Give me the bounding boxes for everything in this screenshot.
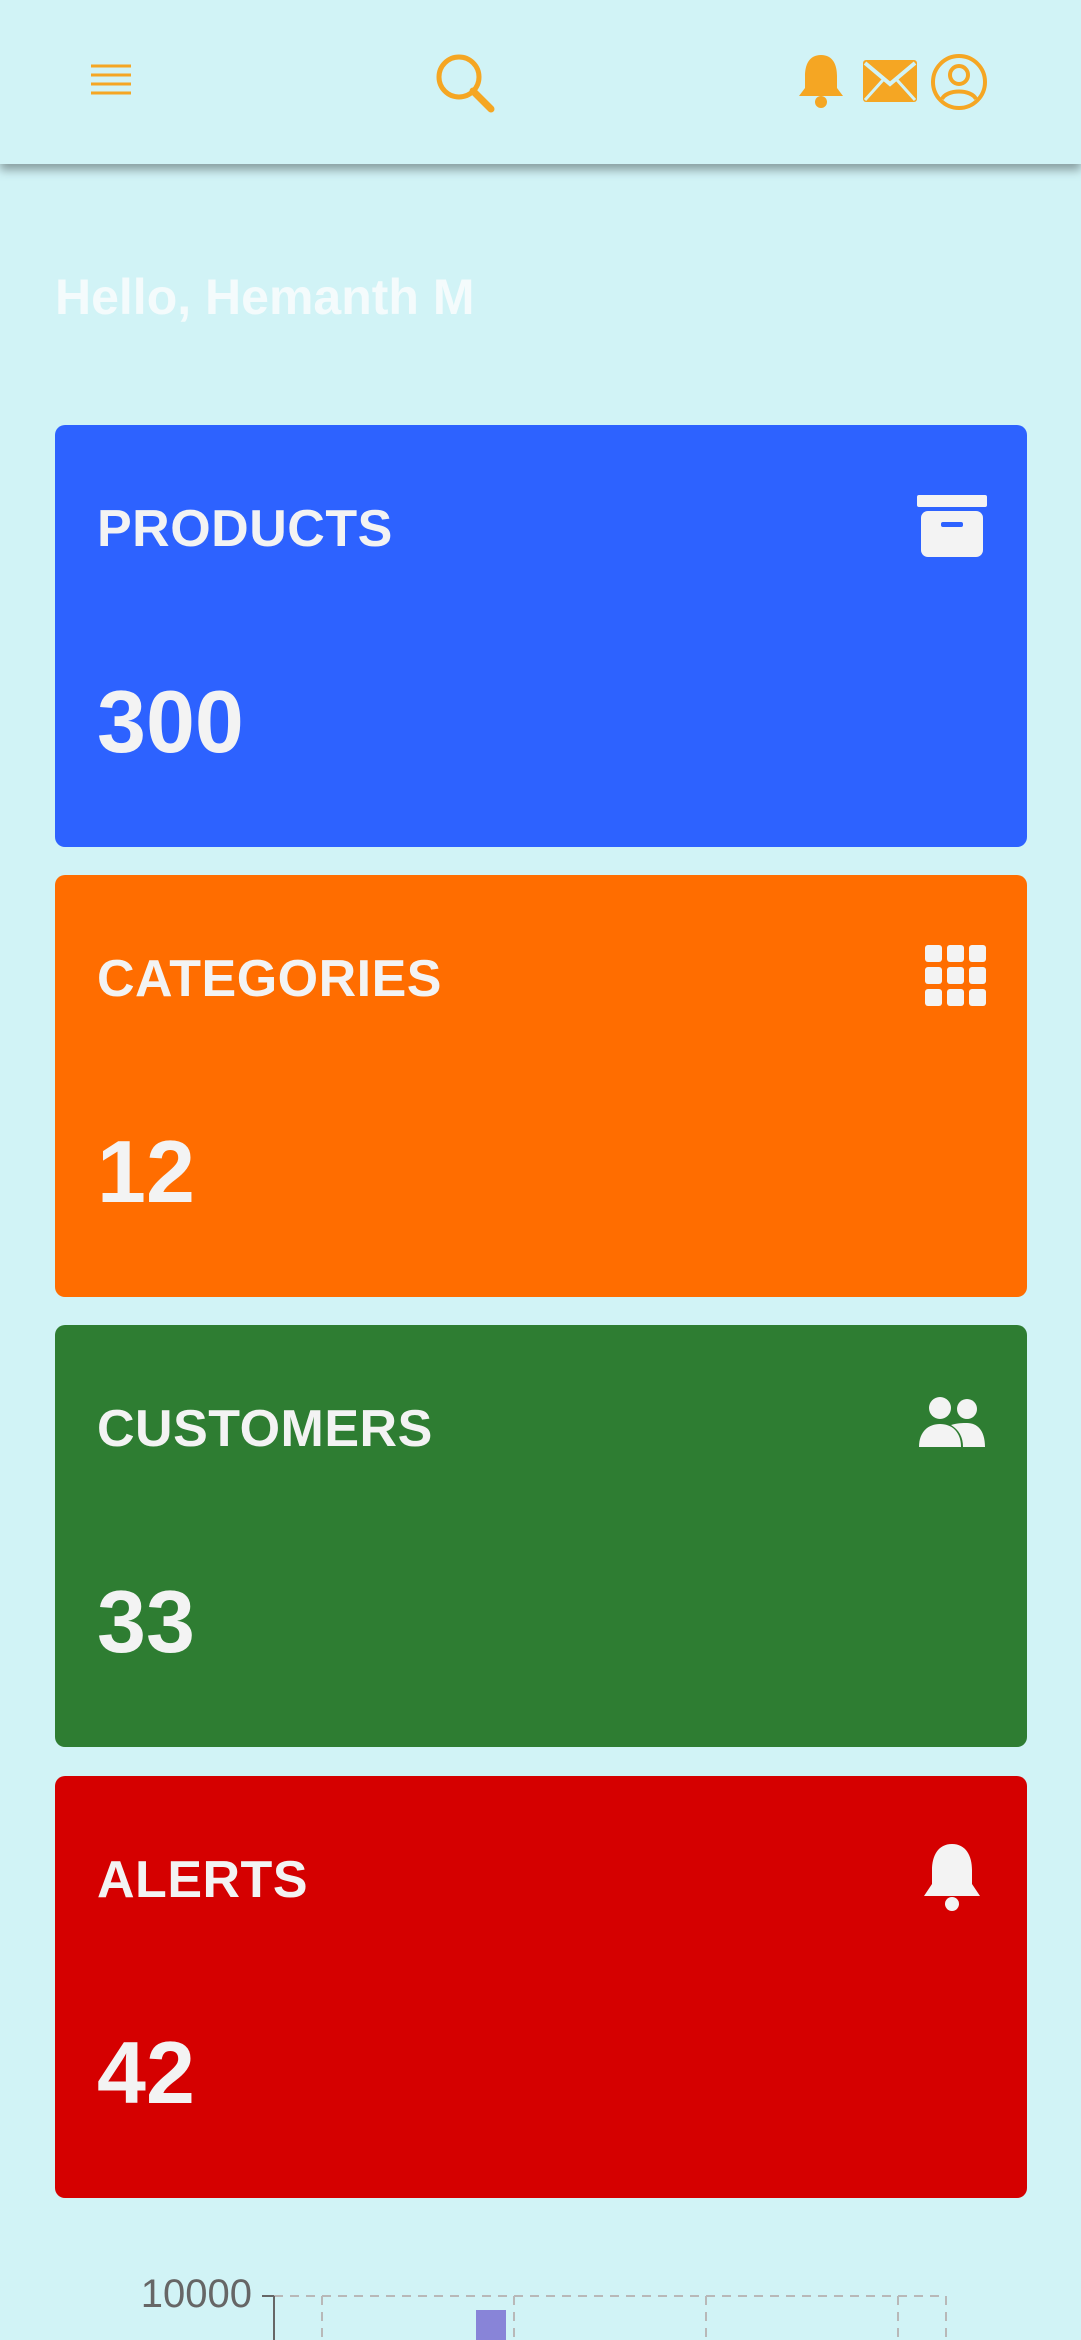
account-icon[interactable] — [930, 53, 988, 111]
mail-icon[interactable] — [861, 58, 919, 104]
greeting-text: Hello, Hemanth M — [55, 269, 475, 325]
bell-icon — [924, 1844, 980, 1911]
card-value: 12 — [97, 1122, 195, 1221]
alerts-card[interactable]: ALERTS 42 — [55, 1776, 1027, 2198]
menu-icon[interactable] — [88, 60, 134, 104]
card-value: 300 — [97, 672, 244, 771]
grid-icon — [925, 945, 986, 1006]
card-title: CUSTOMERS — [97, 1400, 433, 1458]
bar-chart: 10000 — [141, 2272, 947, 2340]
card-title: PRODUCTS — [97, 500, 393, 558]
archive-icon — [917, 495, 987, 557]
card-value: 33 — [97, 1572, 195, 1671]
y-tick-label: 10000 — [141, 2272, 252, 2316]
customers-card[interactable]: CUSTOMERS 33 — [55, 1325, 1027, 1747]
categories-card[interactable]: CATEGORIES 12 — [55, 875, 1027, 1297]
people-icon — [919, 1397, 985, 1447]
card-title: ALERTS — [97, 1851, 308, 1909]
chart-bar — [476, 2310, 506, 2340]
card-value: 42 — [97, 2023, 195, 2122]
search-icon[interactable] — [434, 52, 496, 114]
card-title: CATEGORIES — [97, 950, 442, 1008]
top-app-bar — [0, 0, 1081, 164]
products-card[interactable]: PRODUCTS 300 — [55, 425, 1027, 847]
notification-bell-icon[interactable] — [796, 52, 846, 110]
